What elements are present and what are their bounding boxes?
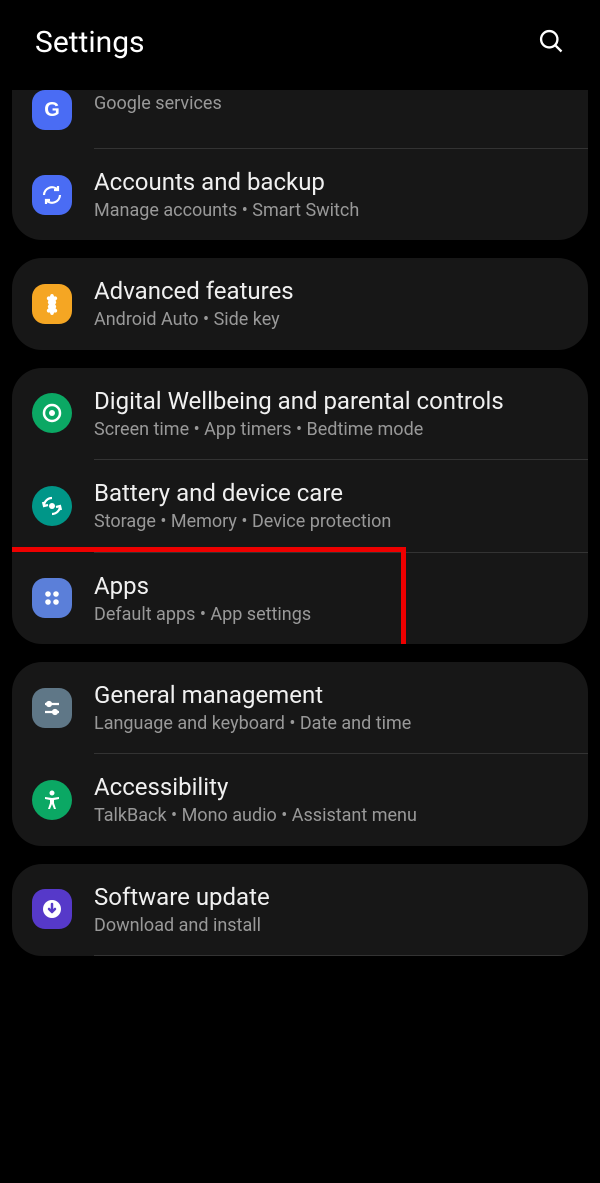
item-subtitle: Storage • Memory • Device protection [94, 510, 568, 533]
item-subtitle: TalkBack • Mono audio • Assistant menu [94, 804, 568, 827]
settings-item-digital-wellbeing[interactable]: Digital Wellbeing and parental controls … [12, 368, 588, 459]
settings-item-advanced-features[interactable]: Advanced features Android Auto • Side ke… [12, 258, 588, 349]
sync-icon [32, 175, 72, 215]
page-title: Settings [35, 25, 145, 60]
settings-group: Advanced features Android Auto • Side ke… [12, 258, 588, 349]
item-text: Google services [94, 104, 568, 115]
item-subtitle: Default apps • App settings [94, 603, 568, 626]
item-title: Software update [94, 882, 568, 912]
item-subtitle: Google services [94, 92, 568, 115]
wellbeing-icon [32, 393, 72, 433]
settings-item-apps[interactable]: Apps Default apps • App settings [12, 553, 588, 644]
google-icon: G [32, 90, 72, 130]
item-subtitle: Screen time • App timers • Bedtime mode [94, 418, 568, 441]
device-care-icon [32, 486, 72, 526]
item-text: General management Language and keyboard… [94, 680, 568, 735]
item-text: Accessibility TalkBack • Mono audio • As… [94, 772, 568, 827]
gear-flower-icon [32, 284, 72, 324]
item-title: Battery and device care [94, 478, 568, 508]
settings-item-google[interactable]: G Google services [12, 90, 588, 148]
item-text: Apps Default apps • App settings [94, 571, 568, 626]
item-text: Software update Download and install [94, 882, 568, 937]
settings-list: G Google services Accounts and backup Ma… [0, 90, 600, 956]
item-text: Battery and device care Storage • Memory… [94, 478, 568, 533]
settings-group: G Google services Accounts and backup Ma… [12, 90, 588, 240]
item-title: Digital Wellbeing and parental controls [94, 386, 568, 416]
accessibility-icon [32, 780, 72, 820]
sliders-icon [32, 688, 72, 728]
item-text: Advanced features Android Auto • Side ke… [94, 276, 568, 331]
item-title: Advanced features [94, 276, 568, 306]
settings-item-software-update[interactable]: Software update Download and install [12, 864, 588, 955]
header: Settings [0, 0, 600, 90]
settings-group: Digital Wellbeing and parental controls … [12, 368, 588, 644]
settings-group: General management Language and keyboard… [12, 662, 588, 846]
svg-text:G: G [44, 99, 60, 121]
update-icon [32, 889, 72, 929]
settings-item-accessibility[interactable]: Accessibility TalkBack • Mono audio • As… [12, 754, 588, 845]
search-icon[interactable] [537, 27, 565, 59]
item-title: General management [94, 680, 568, 710]
item-text: Accounts and backup Manage accounts • Sm… [94, 167, 568, 222]
settings-item-general-management[interactable]: General management Language and keyboard… [12, 662, 588, 753]
item-subtitle: Manage accounts • Smart Switch [94, 199, 568, 222]
item-subtitle: Android Auto • Side key [94, 308, 568, 331]
item-subtitle: Download and install [94, 914, 568, 937]
item-text: Digital Wellbeing and parental controls … [94, 386, 568, 441]
item-title: Apps [94, 571, 568, 601]
item-title: Accounts and backup [94, 167, 568, 197]
settings-item-accounts-backup[interactable]: Accounts and backup Manage accounts • Sm… [12, 149, 588, 240]
divider [94, 955, 588, 956]
settings-group: Software update Download and install [12, 864, 588, 956]
settings-item-battery-device-care[interactable]: Battery and device care Storage • Memory… [12, 460, 588, 551]
item-subtitle: Language and keyboard • Date and time [94, 712, 568, 735]
item-title: Accessibility [94, 772, 568, 802]
apps-icon [32, 578, 72, 618]
